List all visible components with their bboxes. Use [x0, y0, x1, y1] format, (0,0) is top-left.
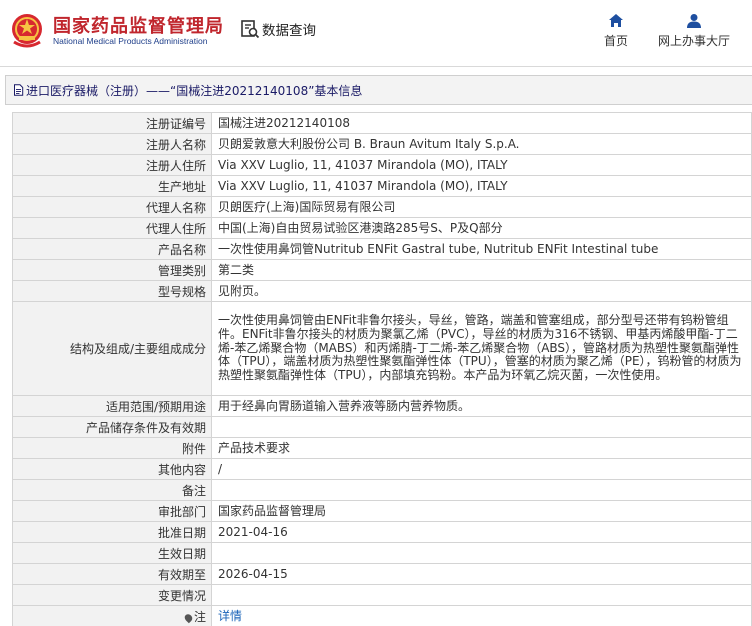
table-row: 注册证编号 国械注进20212140108 — [12, 112, 752, 134]
field-label: 产品储存条件及有效期 — [12, 416, 212, 438]
field-value: 产品技术要求 — [211, 437, 752, 459]
nav-online-office-label: 网上办事大厅 — [657, 34, 730, 48]
table-row: 其他内容 / — [12, 458, 752, 480]
table-row: 注册人住所 Via XXV Luglio, 11, 41037 Mirandola… — [12, 154, 752, 176]
table-row: 型号规格 见附页。 — [12, 280, 752, 302]
nav-home[interactable]: 首页 — [596, 13, 636, 49]
field-value: Via XXV Luglio, 11, 41037 Mirandola (MO)… — [211, 175, 752, 197]
field-label: 代理人住所 — [12, 217, 212, 239]
field-label: 管理类别 — [12, 259, 212, 281]
field-label: 其他内容 — [12, 458, 212, 480]
data-search-label: 数据查询 — [262, 23, 316, 39]
data-search-icon — [241, 20, 260, 39]
field-value: 一次性使用鼻饲管由ENFit非鲁尔接头，导丝，管路，端盖和管塞组成，部分型号还带… — [211, 301, 752, 396]
field-value: Via XXV Luglio, 11, 41037 Mirandola (MO)… — [211, 154, 752, 176]
header-divider — [0, 66, 752, 67]
field-label: 有效期至 — [12, 563, 212, 585]
breadcrumb-text: 进口医疗器械（注册）——“国械注进20212140108”基本信息 — [26, 83, 363, 98]
field-label: 批准日期 — [12, 521, 212, 543]
field-label: 生产地址 — [12, 175, 212, 197]
field-value: 用于经鼻向胃肠道输入营养液等肠内营养物质。 — [211, 395, 752, 417]
site-title-en: National Medical Products Administration — [53, 36, 208, 46]
field-value — [211, 584, 752, 606]
table-row: 结构及组成/主要组成成分 一次性使用鼻饲管由ENFit非鲁尔接头，导丝，管路，端盖… — [12, 301, 752, 396]
field-value: 国械注进20212140108 — [211, 112, 752, 134]
table-row: 产品储存条件及有效期 — [12, 416, 752, 438]
table-row: 审批部门 国家药品监督管理局 — [12, 500, 752, 522]
nav-home-label: 首页 — [603, 34, 628, 48]
field-label: 变更情况 — [12, 584, 212, 606]
field-label: 生效日期 — [12, 542, 212, 564]
field-value: 2026-04-15 — [211, 563, 752, 585]
table-row: 批准日期 2021-04-16 — [12, 521, 752, 543]
field-value: 中国(上海)自由贸易试验区港澳路285号S、P及Q部分 — [211, 217, 752, 239]
nav-online-office[interactable]: 网上办事大厅 — [652, 13, 736, 49]
field-value: 贝朗医疗(上海)国际贸易有限公司 — [211, 196, 752, 218]
field-value: 一次性使用鼻饲管Nutritub ENFit Gastral tube, Nut… — [211, 238, 752, 260]
table-row: 有效期至 2026-04-15 — [12, 563, 752, 585]
field-value: 见附页。 — [211, 280, 752, 302]
field-label: 结构及组成/主要组成成分 — [12, 301, 212, 396]
table-row: 代理人名称 贝朗医疗(上海)国际贸易有限公司 — [12, 196, 752, 218]
field-label: 适用范围/预期用途 — [12, 395, 212, 417]
field-value: 国家药品监督管理局 — [211, 500, 752, 522]
field-value: / — [211, 458, 752, 480]
user-icon — [687, 14, 701, 28]
table-row: 适用范围/预期用途 用于经鼻向胃肠道输入营养液等肠内营养物质。 — [12, 395, 752, 417]
field-label: 型号规格 — [12, 280, 212, 302]
table-row: 生效日期 — [12, 542, 752, 564]
breadcrumb: 进口医疗器械（注册）——“国械注进20212140108”基本信息 — [5, 75, 752, 105]
table-row: 变更情况 — [12, 584, 752, 606]
data-search-link[interactable]: 数据查询 — [240, 19, 316, 39]
field-label: 代理人名称 — [12, 196, 212, 218]
home-icon — [609, 14, 623, 27]
field-label: 注册人名称 — [12, 133, 212, 155]
field-value: 第二类 — [211, 259, 752, 281]
field-value — [211, 416, 752, 438]
field-value: 贝朗爱敦意大利股份公司 B. Braun Avitum Italy S.p.A. — [211, 133, 752, 155]
table-row: 注 详情 — [12, 605, 752, 626]
field-label: 产品名称 — [12, 238, 212, 260]
table-row: 生产地址 Via XXV Luglio, 11, 41037 Mirandola … — [12, 175, 752, 197]
document-icon — [14, 84, 24, 96]
field-label: 注 — [12, 605, 212, 626]
table-row: 管理类别 第二类 — [12, 259, 752, 281]
field-label: 注册证编号 — [12, 112, 212, 134]
site-header: 国家药品监督管理局 National Medical Products Admi… — [0, 0, 752, 66]
pin-icon — [183, 612, 194, 623]
table-row: 代理人住所 中国(上海)自由贸易试验区港澳路285号S、P及Q部分 — [12, 217, 752, 239]
registration-detail-table: 注册证编号 国械注进20212140108 注册人名称 贝朗爱敦意大利股份公司 B.… — [12, 112, 752, 626]
field-value — [211, 479, 752, 501]
details-link[interactable]: 详情 — [218, 609, 242, 623]
field-label: 附件 — [12, 437, 212, 459]
table-row: 产品名称 一次性使用鼻饲管Nutritub ENFit Gastral tube,… — [12, 238, 752, 260]
field-value: 详情 — [211, 605, 752, 626]
note-label: 注 — [193, 609, 206, 624]
national-emblem-icon — [12, 14, 42, 48]
table-row: 备注 — [12, 479, 752, 501]
table-row: 注册人名称 贝朗爱敦意大利股份公司 B. Braun Avitum Italy S… — [12, 133, 752, 155]
field-label: 备注 — [12, 479, 212, 501]
field-label: 审批部门 — [12, 500, 212, 522]
field-value: 2021-04-16 — [211, 521, 752, 543]
site-title[interactable]: 国家药品监督管理局 — [53, 12, 224, 38]
field-label: 注册人住所 — [12, 154, 212, 176]
table-row: 附件 产品技术要求 — [12, 437, 752, 459]
field-value — [211, 542, 752, 564]
